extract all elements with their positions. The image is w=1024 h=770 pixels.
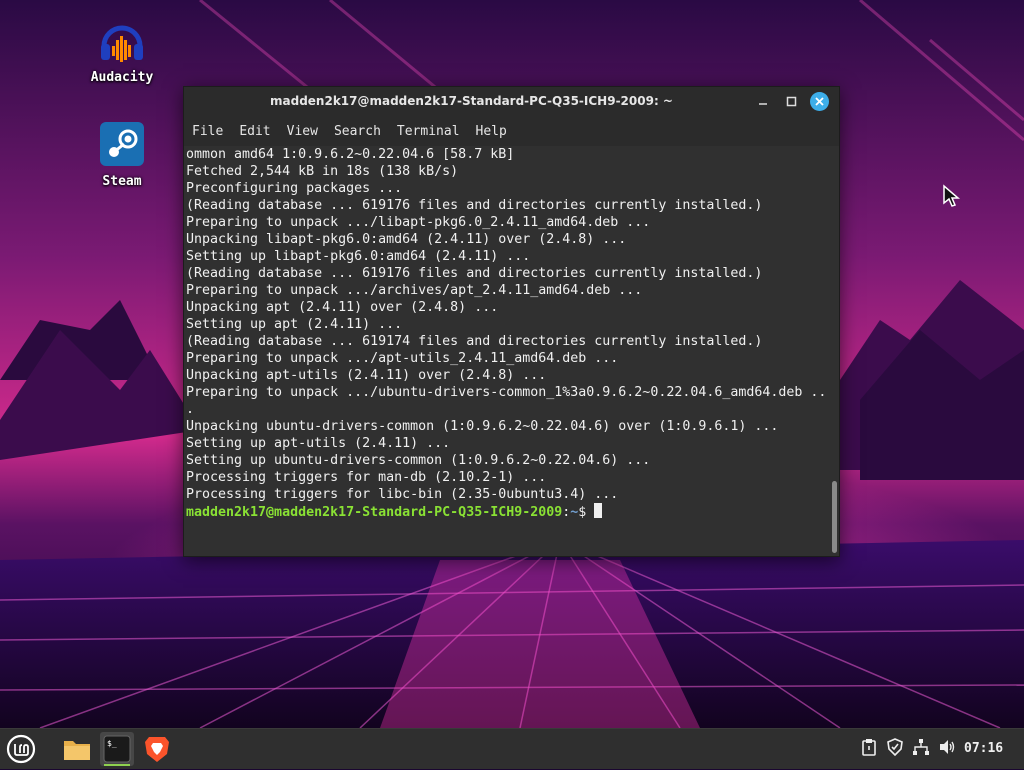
terminal-output[interactable]: ommon amd64 1:0.9.6.2~0.22.04.6 [58.7 kB… xyxy=(184,146,839,556)
audacity-icon xyxy=(98,18,146,66)
terminal-line: Setting up ubuntu-drivers-common (1:0.9.… xyxy=(186,453,651,468)
terminal-line: Preparing to unpack .../apt-utils_2.4.11… xyxy=(186,351,619,366)
menu-edit[interactable]: Edit xyxy=(239,122,270,141)
menu-terminal[interactable]: Terminal xyxy=(397,122,460,141)
terminal-line: Processing triggers for libc-bin (2.35-0… xyxy=(186,487,619,502)
desktop-icon-label: Audacity xyxy=(90,70,154,85)
terminal-line: Unpacking libapt-pkg6.0:amd64 (2.4.11) o… xyxy=(186,232,627,247)
menu-file[interactable]: File xyxy=(192,122,223,141)
terminal-prompt: madden2k17@madden2k17-Standard-PC-Q35-IC… xyxy=(186,503,839,520)
shield-icon[interactable] xyxy=(886,738,904,760)
mint-menu-button[interactable] xyxy=(4,732,38,766)
terminal-line: Preparing to unpack .../libapt-pkg6.0_2.… xyxy=(186,215,651,230)
network-icon[interactable] xyxy=(912,738,930,760)
svg-text:$_: $_ xyxy=(107,739,117,748)
terminal-text: ommon amd64 1:0.9.6.2~0.22.04.6 [58.7 kB… xyxy=(184,146,839,520)
menu-bar: File Edit View Search Terminal Help xyxy=(184,116,839,146)
terminal-line: (Reading database ... 619176 files and d… xyxy=(186,198,763,213)
terminal-line: Setting up apt (2.4.11) ... xyxy=(186,317,403,332)
menu-view[interactable]: View xyxy=(287,122,318,141)
text-cursor xyxy=(594,503,603,518)
files-launcher[interactable] xyxy=(60,732,94,766)
system-tray xyxy=(860,729,956,769)
clipboard-icon[interactable] xyxy=(860,738,878,760)
terminal-line: Preconfiguring packages ... xyxy=(186,181,403,196)
mint-menu-icon xyxy=(6,734,36,764)
terminal-scrollbar[interactable] xyxy=(832,481,837,553)
terminal-line: Unpacking apt-utils (2.4.11) over (2.4.8… xyxy=(186,368,547,383)
terminal-line: Unpacking ubuntu-drivers-common (1:0.9.6… xyxy=(186,419,779,434)
terminal-launcher[interactable]: $_ xyxy=(100,732,134,766)
terminal-line: Preparing to unpack .../ubuntu-drivers-c… xyxy=(186,385,827,400)
desktop-icon-steam[interactable]: Steam xyxy=(72,122,172,189)
window-title: madden2k17@madden2k17-Standard-PC-Q35-IC… xyxy=(270,94,673,108)
menu-help[interactable]: Help xyxy=(476,122,507,141)
window-titlebar[interactable]: madden2k17@madden2k17-Standard-PC-Q35-IC… xyxy=(184,87,839,116)
minimize-icon xyxy=(759,103,767,105)
terminal-line: ommon amd64 1:0.9.6.2~0.22.04.6 [58.7 kB… xyxy=(186,147,515,162)
close-icon xyxy=(815,97,824,106)
terminal-line: Preparing to unpack .../archives/apt_2.4… xyxy=(186,283,643,298)
volume-icon[interactable] xyxy=(938,738,956,760)
terminal-line: Setting up apt-utils (2.4.11) ... xyxy=(186,436,451,451)
desktop-icon-audacity[interactable]: Audacity xyxy=(72,18,172,85)
close-button[interactable] xyxy=(810,92,829,111)
terminal-icon: $_ xyxy=(103,735,131,763)
taskbar: $_ 07:16 xyxy=(0,728,1024,769)
brave-browser-icon xyxy=(145,737,169,762)
maximize-button[interactable] xyxy=(782,92,801,111)
terminal-window: madden2k17@madden2k17-Standard-PC-Q35-IC… xyxy=(183,86,840,557)
maximize-icon xyxy=(786,96,797,107)
terminal-line: Setting up libapt-pkg6.0:amd64 (2.4.11) … xyxy=(186,249,531,264)
mouse-pointer-icon xyxy=(942,184,962,212)
terminal-line: (Reading database ... 619174 files and d… xyxy=(186,334,763,349)
desktop-icon-label: Steam xyxy=(102,174,142,189)
steam-icon xyxy=(98,122,146,170)
terminal-line: Fetched 2,544 kB in 18s (138 kB/s) xyxy=(186,164,459,179)
terminal-line: Unpacking apt (2.4.11) over (2.4.8) ... xyxy=(186,300,499,315)
minimize-button[interactable] xyxy=(754,92,773,111)
brave-launcher[interactable] xyxy=(140,732,174,766)
terminal-line: (Reading database ... 619176 files and d… xyxy=(186,266,763,281)
terminal-line: Processing triggers for man-db (2.10.2-1… xyxy=(186,470,547,485)
clock[interactable]: 07:16 xyxy=(964,729,1003,769)
prompt-symbol: $ xyxy=(578,505,595,520)
menu-search[interactable]: Search xyxy=(334,122,381,141)
prompt-user: madden2k17@madden2k17-Standard-PC-Q35-IC… xyxy=(186,505,563,520)
terminal-line: . xyxy=(186,402,195,417)
files-folder-icon xyxy=(64,741,90,760)
